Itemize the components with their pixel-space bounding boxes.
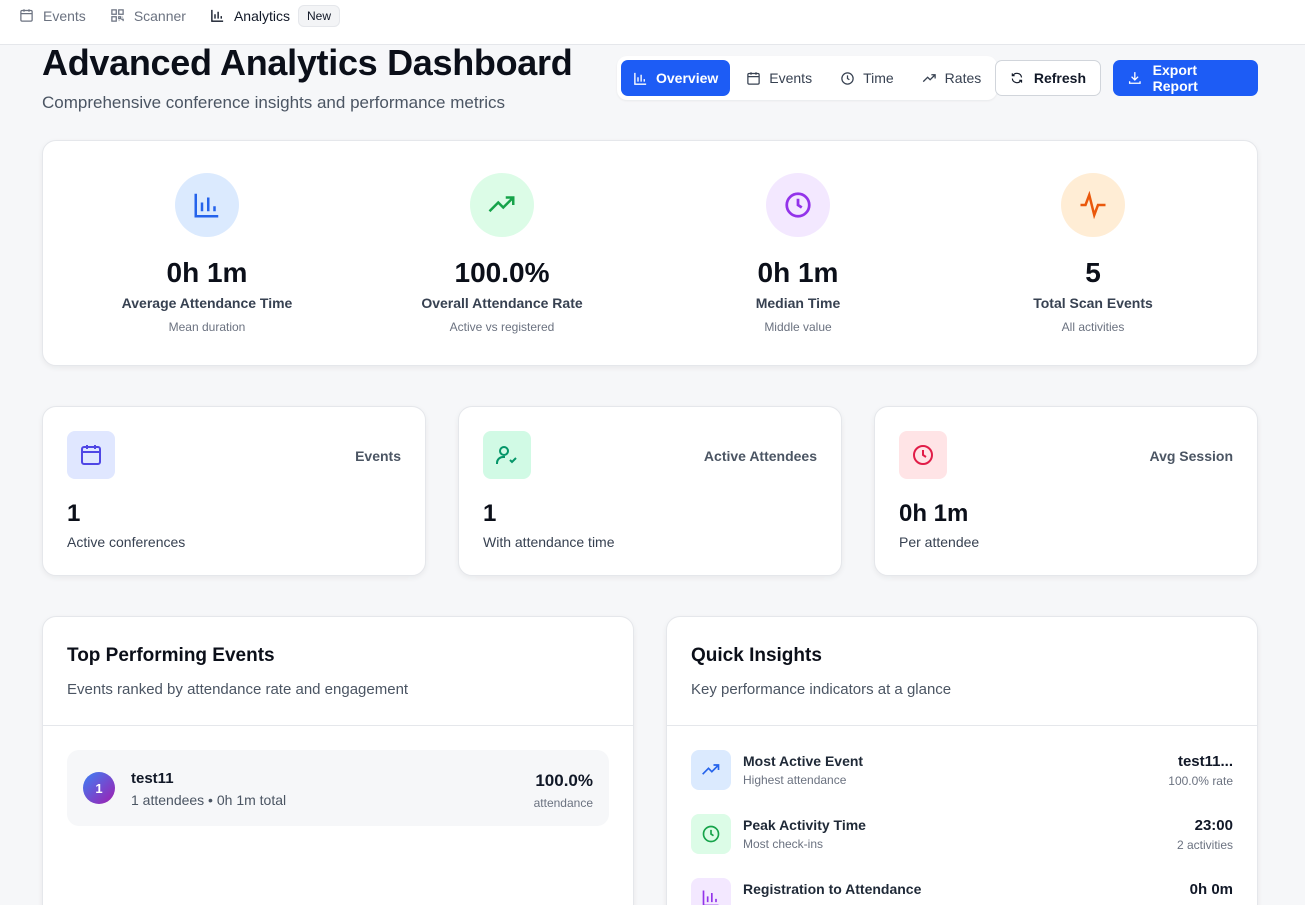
panel-title: Quick Insights <box>691 645 822 666</box>
panel-subtitle: Events ranked by attendance rate and eng… <box>67 681 409 698</box>
refresh-button[interactable]: Refresh <box>995 60 1101 96</box>
event-name: test11 <box>131 770 174 787</box>
rank-badge: 1 <box>83 772 115 804</box>
stat-average-attendance-time: 0h 1m Average Attendance Time Mean durat… <box>57 173 357 334</box>
bar-chart-icon <box>634 72 647 85</box>
clock-icon <box>702 825 720 843</box>
card-value: 0h 1m <box>899 500 969 527</box>
export-report-button[interactable]: Export Report <box>1113 60 1258 96</box>
tab-time[interactable]: Time <box>828 60 906 96</box>
calendar-icon <box>81 445 101 465</box>
insight-value: 23:00 <box>1194 817 1233 834</box>
event-row[interactable]: 1 test11 1 attendees • 0h 1m total 100.0… <box>67 750 609 826</box>
trending-up-icon <box>488 196 515 213</box>
insight-value-sub: 100.0% rate <box>1168 774 1233 788</box>
clock-icon <box>841 71 854 85</box>
avg-session-card: Avg Session 0h 1m Per attendee <box>874 406 1258 576</box>
insight-title: Most Active Event <box>743 753 864 769</box>
tab-time-label: Time <box>863 70 894 86</box>
tab-overview[interactable]: Overview <box>621 60 731 96</box>
divider <box>667 725 1257 726</box>
card-value: 1 <box>483 500 497 527</box>
card-label: Avg Session <box>1149 448 1233 464</box>
stat-sub: All activities <box>1061 320 1125 334</box>
page-subtitle: Comprehensive conference insights and pe… <box>42 93 506 112</box>
stat-label: Median Time <box>755 295 841 311</box>
nav-events[interactable]: Events <box>19 8 86 24</box>
tab-overview-label: Overview <box>656 70 719 86</box>
insight-value: test11... <box>1177 753 1233 770</box>
tab-rates[interactable]: Rates <box>910 60 994 96</box>
insight-title: Peak Activity Time <box>743 817 866 833</box>
stat-sub: Middle value <box>764 320 832 334</box>
events-card: Events 1 Active conferences <box>42 406 426 576</box>
qr-code-icon <box>111 9 124 22</box>
activity-icon <box>1080 190 1106 220</box>
card-value: 1 <box>67 500 81 527</box>
insight-value-sub: 2 activities <box>1176 838 1233 852</box>
stat-value: 5 <box>1085 257 1101 288</box>
page-title: Advanced Analytics Dashboard <box>42 42 573 83</box>
card-label: Active Attendees <box>703 448 817 464</box>
card-label: Events <box>355 448 401 464</box>
divider <box>43 725 633 726</box>
insight-peak-activity-time: Peak Activity Time Most check-ins 23:00 … <box>691 814 1233 858</box>
stat-value: 0h 1m <box>757 257 839 288</box>
insight-value: 0h 0m <box>1189 881 1233 898</box>
insight-sub: Most check-ins <box>743 837 824 851</box>
bar-chart-icon <box>211 9 224 22</box>
panel-title: Top Performing Events <box>67 645 275 666</box>
card-sub: Per attendee <box>899 534 980 550</box>
nav-analytics[interactable]: Analytics <box>210 8 290 24</box>
view-tabs: Overview Events Time Rates <box>617 56 998 100</box>
nav-scanner[interactable]: Scanner <box>110 8 186 24</box>
bar-chart-icon <box>194 193 219 218</box>
trending-up-icon <box>922 73 936 82</box>
clock-icon <box>913 445 933 465</box>
insight-sub: Highest attendance <box>743 773 847 787</box>
active-attendees-card: Active Attendees 1 With attendance time <box>458 406 842 576</box>
card-sub: With attendance time <box>483 534 615 550</box>
refresh-label: Refresh <box>1033 70 1086 86</box>
stat-sub: Mean duration <box>168 320 246 334</box>
export-label: Export Report <box>1152 62 1198 94</box>
bar-chart-icon <box>702 890 719 905</box>
user-check-icon <box>496 446 517 464</box>
nav-scanner-label: Scanner <box>133 7 186 24</box>
stat-overall-attendance-rate: 100.0% Overall Attendance Rate Active vs… <box>352 173 652 334</box>
stat-value: 100.0% <box>454 257 550 288</box>
insight-most-active-event: Most Active Event Highest attendance tes… <box>691 750 1233 794</box>
panel-subtitle: Key performance indicators at a glance <box>691 681 952 698</box>
tab-events[interactable]: Events <box>734 60 824 96</box>
top-performing-events-card: Top Performing Events Events ranked by a… <box>42 616 634 905</box>
stat-label: Average Attendance Time <box>121 295 293 311</box>
stat-median-time: 0h 1m Median Time Middle value <box>648 173 948 334</box>
trending-up-icon <box>702 764 720 775</box>
top-nav: Events Scanner Analytics New <box>0 0 1305 45</box>
new-badge: New <box>298 4 341 27</box>
tab-events-label: Events <box>769 70 813 86</box>
tab-rates-label: Rates <box>944 70 982 86</box>
nav-analytics-label: Analytics <box>233 7 290 24</box>
event-meta: 1 attendees • 0h 1m total <box>131 792 287 808</box>
stat-label: Overall Attendance Rate <box>421 295 583 311</box>
stat-value: 0h 1m <box>166 257 248 288</box>
calendar-icon <box>747 71 761 85</box>
stat-sub: Active vs registered <box>449 320 555 334</box>
event-rate: 100.0% <box>535 771 593 790</box>
calendar-icon <box>20 9 33 22</box>
clock-icon <box>785 192 811 218</box>
download-icon <box>1128 72 1141 84</box>
card-sub: Active conferences <box>67 534 186 550</box>
stat-label: Total Scan Events <box>1033 295 1153 311</box>
summary-stats-card: 0h 1m Average Attendance Time Mean durat… <box>42 140 1258 366</box>
refresh-icon <box>1011 72 1023 84</box>
insight-title: Registration to Attendance <box>743 881 922 897</box>
nav-events-label: Events <box>43 7 86 24</box>
stat-total-scan-events: 5 Total Scan Events All activities <box>943 173 1243 334</box>
event-rate-label: attendance <box>533 796 593 810</box>
quick-insights-card: Quick Insights Key performance indicator… <box>666 616 1258 905</box>
insight-registration-to-attendance: Registration to Attendance 0h 0m <box>691 878 1233 905</box>
